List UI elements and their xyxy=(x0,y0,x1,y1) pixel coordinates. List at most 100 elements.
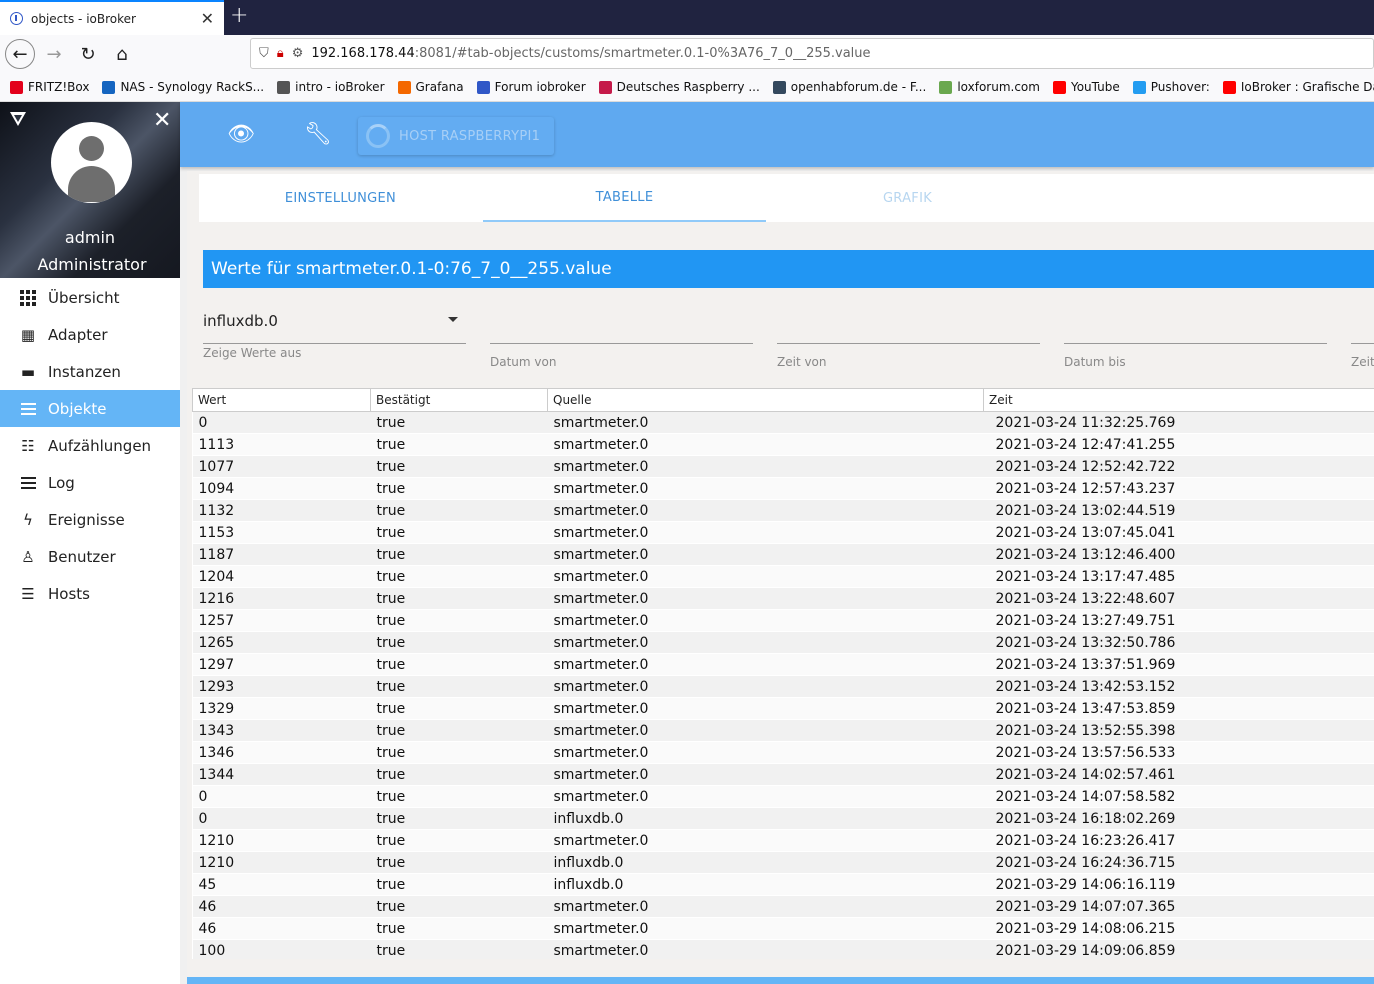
table-row[interactable]: 1265 true smartmeter.0 2021-03-24 13:32:50.… xyxy=(192,631,1374,654)
nav-item-uebersicht[interactable]: Übersicht xyxy=(0,279,180,316)
nav-item-objekte[interactable]: Objekte xyxy=(0,390,180,427)
forward-arrow-icon[interactable]: → xyxy=(39,39,69,69)
nav-item-ereignisse[interactable]: ϟ Ereignisse xyxy=(0,501,180,538)
nav-item-adapter[interactable]: ▦ Adapter xyxy=(0,316,180,353)
date-to-field[interactable]: Datum bis xyxy=(1064,311,1327,371)
table-row[interactable]: 1293 true smartmeter.0 2021-03-24 13:42:53.… xyxy=(192,675,1374,698)
time-from-field[interactable]: Zeit von xyxy=(777,311,1040,371)
date-from-field[interactable]: Datum von xyxy=(490,311,753,371)
cell-bestaetigt: true xyxy=(370,807,548,830)
wrench-icon[interactable]: 🔧︎ xyxy=(304,122,332,147)
close-sidebar-icon[interactable]: ✕ xyxy=(153,108,171,133)
cell-zeit: 2021-03-24 13:42:53.152 xyxy=(983,675,1374,698)
bookmark-item[interactable]: Deutsches Raspberry ... xyxy=(598,80,760,94)
table-row[interactable]: 45 true influxdb.0 2021-03-29 14:06:16.119 xyxy=(192,873,1374,896)
table-row[interactable]: 1094 true smartmeter.0 2021-03-24 12:57:43.… xyxy=(192,477,1374,500)
nav-item-hosts[interactable]: ☰ Hosts xyxy=(0,575,180,612)
cell-bestaetigt: true xyxy=(370,741,548,764)
bookmark-favicon-icon xyxy=(476,80,490,94)
bookmark-item[interactable]: Forum iobroker xyxy=(476,80,586,94)
user-icon: ♙ xyxy=(21,547,35,566)
table-row[interactable]: 1113 true smartmeter.0 2021-03-24 12:47:41.… xyxy=(192,433,1374,456)
bookmark-favicon-icon xyxy=(598,80,612,94)
dropdown-arrow-icon[interactable] xyxy=(448,317,458,322)
bookmark-item[interactable]: openhabforum.de - F... xyxy=(772,80,926,94)
back-arrow-icon[interactable]: ← xyxy=(5,39,35,69)
source-label: Zeige Werte aus xyxy=(203,346,302,360)
date-to-label: Datum bis xyxy=(1064,355,1126,369)
bookmark-favicon-icon xyxy=(1132,80,1146,94)
table-row[interactable]: 1346 true smartmeter.0 2021-03-24 13:57:56.… xyxy=(192,741,1374,764)
cell-quelle: smartmeter.0 xyxy=(547,785,984,808)
tab-einstellungen[interactable]: EINSTELLUNGEN xyxy=(199,174,482,222)
browser-tab[interactable]: objects - ioBroker ✕ xyxy=(0,0,224,35)
iobroker-logo-icon[interactable] xyxy=(10,112,26,126)
source-select[interactable]: influxdb.0 Zeige Werte aus xyxy=(203,311,466,361)
eye-icon[interactable]: 👁︎ xyxy=(227,122,255,147)
home-icon[interactable]: ⌂ xyxy=(107,39,137,69)
table-row[interactable]: 1297 true smartmeter.0 2021-03-24 13:37:51.… xyxy=(192,653,1374,676)
bookmark-label: intro - ioBroker xyxy=(295,80,385,94)
insecure-lock-icon[interactable]: 🔒︎ xyxy=(277,46,284,61)
nav-item-benutzer[interactable]: ♙ Benutzer xyxy=(0,538,180,575)
cell-quelle: smartmeter.0 xyxy=(547,521,984,544)
cell-wert: 1132 xyxy=(192,499,371,522)
column-header-bestaetigt[interactable]: Bestätigt xyxy=(370,388,548,412)
table-row[interactable]: 0 true smartmeter.0 2021-03-24 14:07:58.582 xyxy=(192,785,1374,808)
bookmark-label: YouTube xyxy=(1070,80,1120,94)
url-bar[interactable]: ⛉ 🔒︎ ⚙ 192.168.178.44:8081/#tab-objects/… xyxy=(250,38,1374,69)
nav-item-label: Übersicht xyxy=(48,288,120,307)
tab-bar: EINSTELLUNGEN TABELLE GRAFIK xyxy=(199,174,1374,222)
column-header-zeit[interactable]: Zeit xyxy=(983,388,1374,412)
permissions-icon[interactable]: ⚙ xyxy=(292,46,304,61)
cell-bestaetigt: true xyxy=(370,455,548,478)
time-to-field[interactable]: Zeit xyxy=(1351,311,1374,371)
new-tab-button[interactable]: + xyxy=(230,3,248,28)
time-from-label: Zeit von xyxy=(777,355,827,369)
cell-quelle: smartmeter.0 xyxy=(547,653,984,676)
table-row[interactable]: 1204 true smartmeter.0 2021-03-24 13:17:47.… xyxy=(192,565,1374,588)
cell-zeit: 2021-03-24 16:24:36.715 xyxy=(983,851,1374,874)
bookmark-item[interactable]: FRITZ!Box xyxy=(10,80,89,94)
table-row[interactable]: 46 true smartmeter.0 2021-03-29 14:07:07.36… xyxy=(192,895,1374,918)
bookmarks-bar: FRITZ!Box NAS - Synology RackS... intro - … xyxy=(0,73,1374,102)
shield-icon[interactable]: ⛉ xyxy=(259,46,269,61)
tab-tabelle[interactable]: TABELLE xyxy=(483,174,766,222)
bookmark-item[interactable]: IoBroker : Grafische Da... xyxy=(1222,80,1374,94)
table-row[interactable]: 0 true influxdb.0 2021-03-24 16:18:02.269 xyxy=(192,807,1374,830)
table-row[interactable]: 1132 true smartmeter.0 2021-03-24 13:02:44.… xyxy=(192,499,1374,522)
table-row[interactable]: 1344 true smartmeter.0 2021-03-24 14:02:57.… xyxy=(192,763,1374,786)
cell-wert: 1216 xyxy=(192,587,371,610)
bookmark-item[interactable]: intro - ioBroker xyxy=(277,80,385,94)
table-row[interactable]: 46 true smartmeter.0 2021-03-29 14:08:06.21… xyxy=(192,917,1374,940)
bookmark-item[interactable]: NAS - Synology RackS... xyxy=(102,80,264,94)
table-row[interactable]: 100 true smartmeter.0 2021-03-29 14:09:06.8… xyxy=(192,939,1374,959)
table-row[interactable]: 0 true smartmeter.0 2021-03-24 11:32:25.769 xyxy=(192,411,1374,434)
bookmark-item[interactable]: YouTube xyxy=(1052,80,1120,94)
tab-close-icon[interactable]: ✕ xyxy=(201,9,214,28)
table-row[interactable]: 1210 true influxdb.0 2021-03-24 16:24:36.71… xyxy=(192,851,1374,874)
table-row[interactable]: 1210 true smartmeter.0 2021-03-24 16:23:26.… xyxy=(192,829,1374,852)
avatar-head-icon xyxy=(79,136,104,161)
cell-wert: 46 xyxy=(192,917,371,940)
nav-item-aufzaehlungen[interactable]: ☷ Aufzählungen xyxy=(0,427,180,464)
table-row[interactable]: 1216 true smartmeter.0 2021-03-24 13:22:48.… xyxy=(192,587,1374,610)
table-row[interactable]: 1187 true smartmeter.0 2021-03-24 13:12:46.… xyxy=(192,543,1374,566)
bookmark-item[interactable]: Pushover: xyxy=(1132,80,1210,94)
url-host: 192.168.178.44 xyxy=(311,46,415,61)
reload-icon[interactable]: ↻ xyxy=(73,39,103,69)
table-row[interactable]: 1077 true smartmeter.0 2021-03-24 12:52:42.… xyxy=(192,455,1374,478)
column-header-quelle[interactable]: Quelle xyxy=(547,388,984,412)
table-row[interactable]: 1257 true smartmeter.0 2021-03-24 13:27:49.… xyxy=(192,609,1374,632)
tab-grafik[interactable]: GRAFIK xyxy=(766,174,1049,222)
column-header-wert[interactable]: Wert xyxy=(192,388,371,412)
nav-item-instanzen[interactable]: ▬ Instanzen xyxy=(0,353,180,390)
nav-item-log[interactable]: Log xyxy=(0,464,180,501)
table-row[interactable]: 1329 true smartmeter.0 2021-03-24 13:47:53.… xyxy=(192,697,1374,720)
customs-panel: EINSTELLUNGEN TABELLE GRAFIK Werte für s… xyxy=(187,171,1374,984)
table-row[interactable]: 1343 true smartmeter.0 2021-03-24 13:52:55.… xyxy=(192,719,1374,742)
table-row[interactable]: 1153 true smartmeter.0 2021-03-24 13:07:45.… xyxy=(192,521,1374,544)
host-button[interactable]: HOST RASPBERRYPI1 xyxy=(358,117,554,155)
bookmark-item[interactable]: Grafana xyxy=(397,80,464,94)
bookmark-item[interactable]: loxforum.com xyxy=(939,80,1040,94)
